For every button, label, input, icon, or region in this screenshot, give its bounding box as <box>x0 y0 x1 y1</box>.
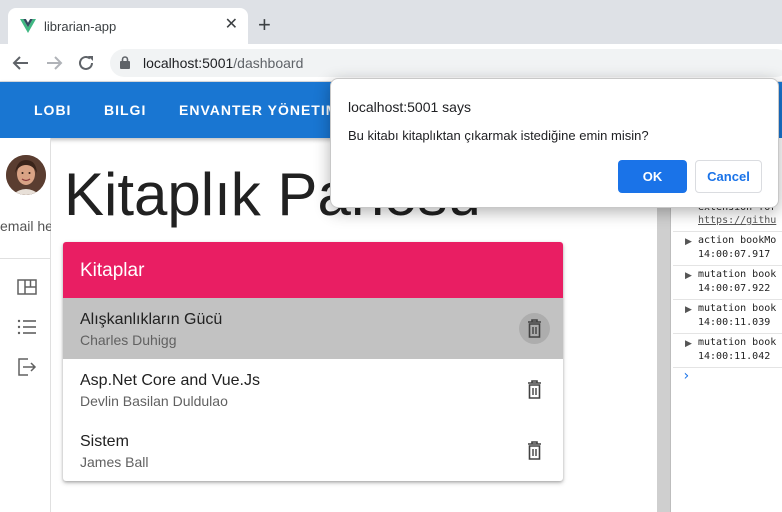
console-line[interactable]: mutation book <box>698 269 776 280</box>
url-path: /dashboard <box>233 55 304 71</box>
console-line[interactable]: mutation book <box>698 303 776 314</box>
console-prompt[interactable]: › <box>682 368 690 384</box>
delete-button[interactable] <box>519 374 550 405</box>
expand-arrow-icon[interactable]: ▶ <box>685 338 692 349</box>
book-row[interactable]: Asp.Net Core and Vue.Js Devlin Basilan D… <box>63 359 563 420</box>
console-line: 14:00:11.039 <box>698 317 771 328</box>
console-separator <box>673 333 782 334</box>
url-text: localhost:5001/dashboard <box>143 55 303 71</box>
console-separator <box>673 231 782 232</box>
expand-arrow-icon[interactable]: ▶ <box>685 304 692 315</box>
url-host: localhost:5001 <box>143 55 234 71</box>
dashboard-icon[interactable] <box>17 278 37 296</box>
tab-title: librarian-app <box>44 19 117 34</box>
vue-logo-icon <box>20 19 36 33</box>
expand-arrow-icon[interactable]: ▶ <box>685 236 692 247</box>
console-link[interactable]: https://githu <box>698 215 776 226</box>
card-title: Kitaplar <box>80 260 145 281</box>
book-author: Charles Duhigg <box>80 332 177 348</box>
book-title: Alışkanlıkların Gücü <box>80 311 223 328</box>
delete-button[interactable] <box>519 313 550 344</box>
console-line[interactable]: mutation book <box>698 337 776 348</box>
console-line: 14:00:07.917 <box>698 249 771 260</box>
nav-drawer: email her <box>0 138 51 512</box>
avatar-image <box>6 155 46 195</box>
dialog-origin: localhost:5001 says <box>348 99 471 115</box>
trash-icon <box>528 319 541 338</box>
list-icon[interactable] <box>17 318 37 336</box>
lock-icon <box>120 56 130 69</box>
card-header: Kitaplar <box>63 242 563 298</box>
book-author: Devlin Basilan Duldulao <box>80 393 228 409</box>
address-bar[interactable]: localhost:5001/dashboard <box>110 49 782 77</box>
trash-icon <box>528 441 541 460</box>
alert-dialog: localhost:5001 says Bu kitabı kitaplıkta… <box>330 78 779 208</box>
ok-button[interactable]: OK <box>618 160 687 193</box>
browser-tabstrip: librarian-app ✕ + <box>0 0 782 44</box>
avatar[interactable] <box>6 155 46 195</box>
browser-toolbar: localhost:5001/dashboard <box>0 44 782 82</box>
console-line: 14:00:11.042 <box>698 351 771 362</box>
back-arrow-icon[interactable] <box>12 54 30 72</box>
console-line[interactable]: action bookMo <box>698 235 776 246</box>
book-title: Asp.Net Core and Vue.Js <box>80 372 260 389</box>
console-separator <box>673 299 782 300</box>
drawer-email: email her <box>0 218 51 234</box>
cancel-button[interactable]: Cancel <box>695 160 762 193</box>
tab-close-icon[interactable]: ✕ <box>225 16 238 34</box>
delete-button[interactable] <box>519 435 550 466</box>
console-separator <box>673 265 782 266</box>
book-author: James Ball <box>80 454 149 470</box>
console-line: 14:00:07.922 <box>698 283 771 294</box>
nav-envanter-yonetimi[interactable]: ENVANTER YÖNETIM <box>179 102 338 118</box>
reload-icon[interactable] <box>77 54 95 72</box>
logout-icon[interactable] <box>17 358 37 376</box>
book-title: Sistem <box>80 433 129 450</box>
nav-lobi[interactable]: LOBI <box>34 102 71 118</box>
new-tab-button[interactable]: + <box>258 14 271 36</box>
book-row[interactable]: Alışkanlıkların Gücü Charles Duhigg <box>63 298 563 359</box>
browser-tab[interactable]: librarian-app ✕ <box>8 8 248 44</box>
dialog-message: Bu kitabı kitaplıktan çıkarmak istediğin… <box>348 128 649 143</box>
expand-arrow-icon[interactable]: ▶ <box>685 270 692 281</box>
trash-icon <box>528 380 541 399</box>
books-card: Kitaplar Alışkanlıkların Gücü Charles Du… <box>63 242 563 481</box>
nav-bilgi[interactable]: BILGI <box>104 102 146 118</box>
forward-arrow-icon[interactable] <box>45 54 63 72</box>
drawer-divider <box>0 258 51 259</box>
book-row[interactable]: Sistem James Ball <box>63 420 563 481</box>
